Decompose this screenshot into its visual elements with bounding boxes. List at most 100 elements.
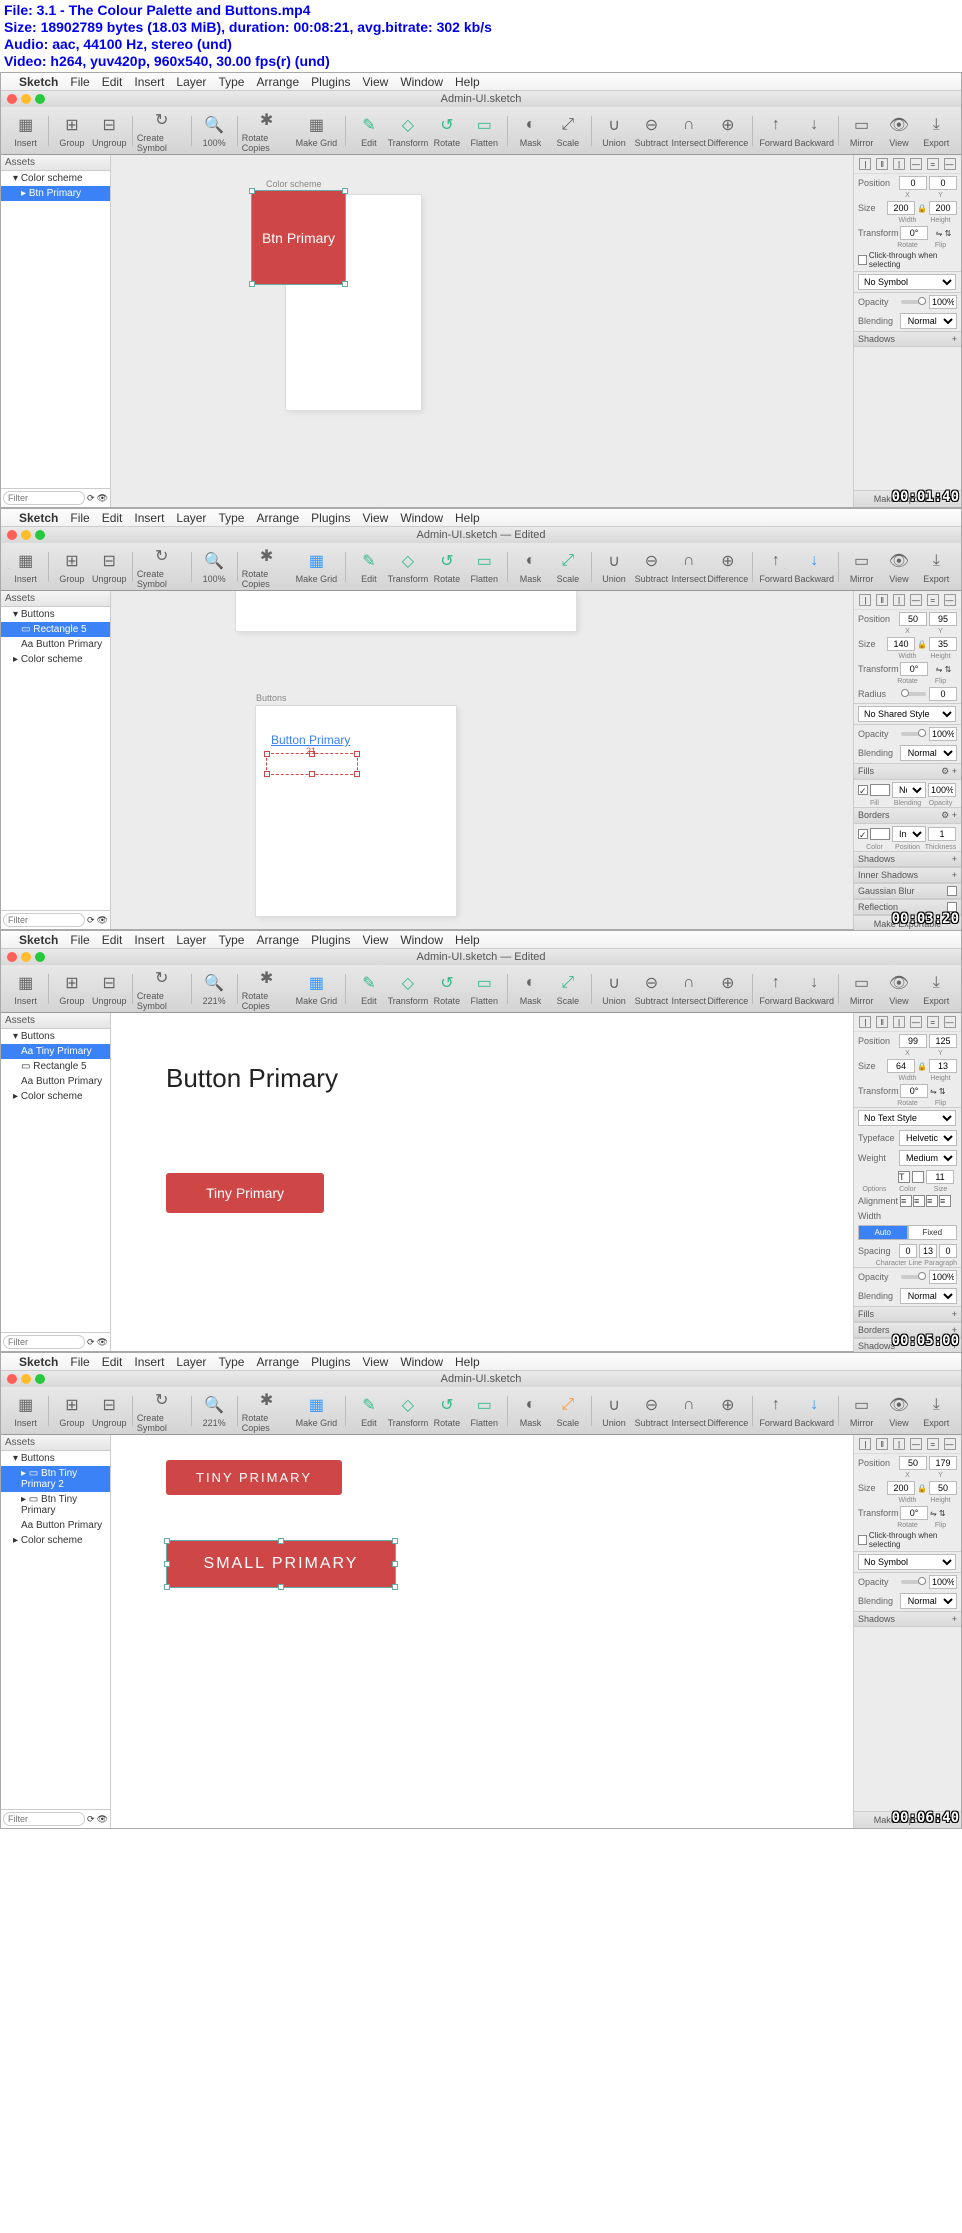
tree-color-scheme[interactable]: ▸ Color scheme [1, 652, 110, 667]
shadows-section[interactable]: Shadows+ [854, 851, 961, 867]
export-button[interactable]: ⤓Export [918, 1389, 955, 1433]
intersect-button[interactable]: ∩Intersect [670, 1389, 707, 1433]
blending-select[interactable]: Normal [900, 745, 957, 761]
difference-button[interactable]: ⊕Difference [707, 109, 748, 153]
selection-handles[interactable]: SMALL PRIMARY [166, 1540, 396, 1588]
width-input[interactable] [887, 1059, 915, 1073]
opacity-input[interactable] [929, 295, 957, 309]
shadows-section[interactable]: Shadows+ [854, 331, 961, 347]
pos-y-input[interactable] [929, 612, 957, 626]
menu-view[interactable]: View [363, 511, 389, 525]
create-symbol-button[interactable]: ↻Create Symbol [137, 967, 187, 1011]
radius-slider[interactable] [901, 692, 926, 696]
filter-icon[interactable]: ⟳ [87, 493, 95, 504]
tree-buttons[interactable]: ▾ Buttons [1, 1029, 110, 1044]
menu-edit[interactable]: Edit [102, 511, 123, 525]
flatten-button[interactable]: ▭Flatten [466, 967, 503, 1011]
group-button[interactable]: ⊞Group [53, 545, 90, 589]
scale-button[interactable]: ⤢Scale [549, 545, 586, 589]
pos-y-input[interactable] [929, 176, 957, 190]
export-button[interactable]: ⤓Export [918, 545, 955, 589]
menu-arrange[interactable]: Arrange [256, 75, 299, 89]
mirror-button[interactable]: ▭Mirror [843, 109, 880, 153]
pos-x-input[interactable] [899, 176, 927, 190]
intersect-button[interactable]: ∩Intersect [670, 967, 707, 1011]
text-color-swatch[interactable] [912, 1171, 924, 1183]
group-button[interactable]: ⊞Group [53, 967, 90, 1011]
rotate-button[interactable]: ↺Rotate [428, 967, 465, 1011]
tree-color-scheme[interactable]: ▸ Color scheme [1, 1533, 110, 1548]
rotate-button[interactable]: ↺Rotate [428, 1389, 465, 1433]
edit-button[interactable]: ✎Edit [350, 967, 387, 1011]
canvas[interactable]: Color scheme Btn Primary [111, 155, 853, 507]
rotate-copies-button[interactable]: ✱Rotate Copies [242, 545, 292, 589]
align-toolbar[interactable]: |‖|—=— [854, 591, 961, 610]
menu-layer[interactable]: Layer [176, 75, 206, 89]
inner-shadows-section[interactable]: Inner Shadows+ [854, 867, 961, 883]
menu-file[interactable]: File [70, 75, 89, 89]
difference-button[interactable]: ⊕Difference [707, 967, 748, 1011]
insert-button[interactable]: ▦Insert [7, 1389, 44, 1433]
rotate-input[interactable] [900, 662, 928, 676]
filter-input[interactable] [3, 1335, 85, 1349]
align-toolbar[interactable]: |‖|—=— [854, 1435, 961, 1454]
text-underline-button[interactable]: T [898, 1171, 910, 1183]
opacity-input[interactable] [929, 1575, 957, 1589]
union-button[interactable]: ∪Union [595, 545, 632, 589]
fill-opacity-input[interactable] [928, 783, 956, 797]
difference-button[interactable]: ⊕Difference [707, 1389, 748, 1433]
create-symbol-button[interactable]: ↻Create Symbol [137, 1389, 187, 1433]
subtract-button[interactable]: ⊖Subtract [633, 545, 670, 589]
mask-button[interactable]: ◐Mask [512, 1389, 549, 1433]
traffic-lights[interactable] [7, 952, 45, 962]
menubar[interactable]: Sketch FileEditInsertLayerTypeArrangePlu… [1, 931, 961, 949]
menu-app[interactable]: Sketch [19, 75, 58, 89]
menu-layer[interactable]: Layer [176, 511, 206, 525]
traffic-lights[interactable] [7, 1374, 45, 1384]
insert-button[interactable]: ▦Insert [7, 967, 44, 1011]
edit-button[interactable]: ✎Edit [350, 1389, 387, 1433]
union-button[interactable]: ∪Union [595, 109, 632, 153]
tree-rectangle5[interactable]: ▭ Rectangle 5 [1, 622, 110, 637]
flatten-button[interactable]: ▭Flatten [466, 1389, 503, 1433]
menu-window[interactable]: Window [400, 75, 443, 89]
add-icon[interactable]: + [952, 334, 957, 344]
filter-input[interactable] [3, 491, 85, 505]
menu-insert[interactable]: Insert [134, 511, 164, 525]
menu-help[interactable]: Help [455, 511, 480, 525]
menu-app[interactable]: Sketch [19, 511, 58, 525]
layer-tree[interactable]: ▾ Buttons ▸ ▭ Btn Tiny Primary 2 ▸ ▭ Btn… [1, 1451, 110, 1809]
fills-section[interactable]: Fills+ [854, 1306, 961, 1322]
backward-button[interactable]: ↓Backward [795, 967, 835, 1011]
menu-app[interactable]: Sketch [19, 1355, 58, 1369]
rotate-copies-button[interactable]: ✱Rotate Copies [242, 967, 292, 1011]
symbol-select[interactable]: No Symbol [858, 274, 956, 290]
opacity-input[interactable] [929, 727, 957, 741]
pos-x-input[interactable] [899, 1456, 927, 1470]
tree-tiny-primary[interactable]: Aa Tiny Primary [1, 1044, 110, 1059]
menu-app[interactable]: Sketch [19, 933, 58, 947]
intersect-button[interactable]: ∩Intersect [670, 545, 707, 589]
typeface-select[interactable]: Helvetica Neue [899, 1130, 957, 1146]
forward-button[interactable]: ↑Forward [757, 967, 794, 1011]
height-input[interactable] [929, 1481, 957, 1495]
border-position-select[interactable]: Inside [892, 826, 926, 842]
menu-plugins[interactable]: Plugins [311, 511, 350, 525]
symbol-select[interactable]: No Symbol [858, 1554, 956, 1570]
forward-button[interactable]: ↑Forward [757, 109, 794, 153]
ungroup-button[interactable]: ⊟Ungroup [91, 545, 128, 589]
rotate-copies-button[interactable]: ✱Rotate Copies [242, 109, 292, 153]
make-grid-button[interactable]: ▦Make Grid [292, 967, 342, 1011]
para-spacing-input[interactable] [939, 1244, 957, 1258]
tree-color-scheme[interactable]: ▾ Color scheme [1, 171, 110, 186]
gaussian-blur-section[interactable]: Gaussian Blur [854, 883, 961, 899]
edit-button[interactable]: ✎Edit [350, 109, 387, 153]
borders-section[interactable]: Borders⚙ + [854, 807, 961, 824]
export-button[interactable]: ⤓Export [918, 967, 955, 1011]
mirror-button[interactable]: ▭Mirror [843, 545, 880, 589]
ungroup-button[interactable]: ⊟Ungroup [91, 967, 128, 1011]
tiny-primary-button[interactable]: TINY PRIMARY [166, 1460, 342, 1495]
scale-button[interactable]: ⤢Scale [549, 1389, 586, 1433]
opacity-slider[interactable] [901, 1275, 926, 1279]
mask-button[interactable]: ◐Mask [512, 109, 549, 153]
